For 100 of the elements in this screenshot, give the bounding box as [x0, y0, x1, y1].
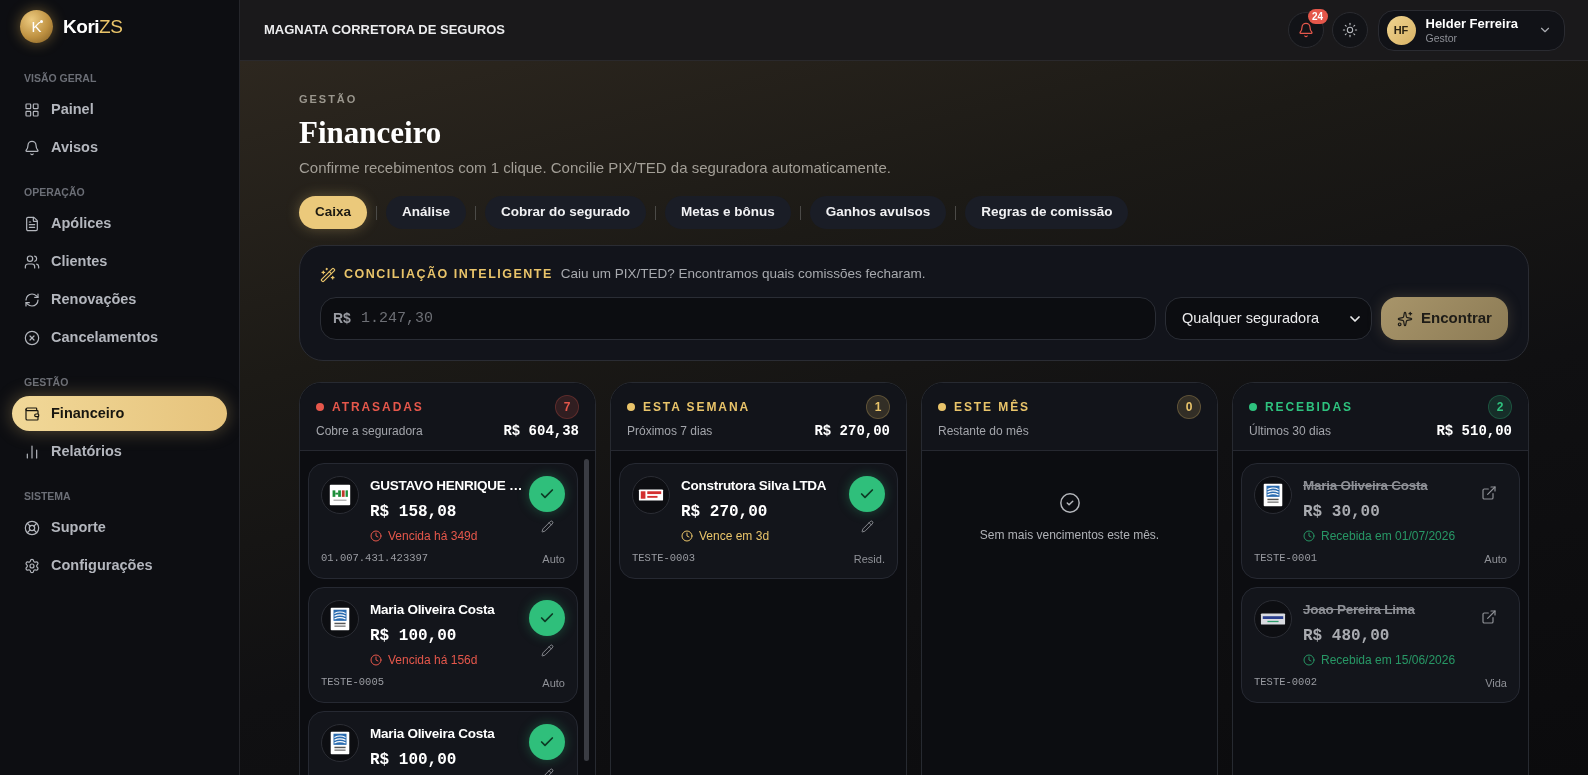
logo-mark: K: [20, 10, 53, 43]
column-subtitle: Próximos 7 dias: [627, 423, 713, 440]
due-status: Vence em 3d: [699, 528, 770, 545]
users-icon: [24, 253, 40, 270]
column-subtitle: Restante do mês: [938, 423, 1029, 440]
reconciliation-title: CONCILIAÇÃO INTELIGENTE: [344, 265, 553, 284]
amount-field[interactable]: R$ 1.247,30: [320, 297, 1156, 340]
sidebar-item[interactable]: Avisos: [12, 130, 227, 165]
find-button[interactable]: Encontrar: [1381, 297, 1508, 340]
due-status: Recebida em 15/06/2026: [1321, 652, 1456, 669]
tab[interactable]: Ganhos avulsos: [809, 196, 947, 229]
theme-toggle-button[interactable]: [1331, 12, 1368, 48]
company-name: MAGNATA CORRETORA DE SEGUROS: [264, 21, 505, 40]
sidebar-item[interactable]: Renovações: [12, 282, 227, 317]
amount: R$ 30,00: [1303, 502, 1380, 523]
sidebar-item[interactable]: Painel: [12, 92, 227, 127]
column-subtitle: Cobre a seguradora: [316, 423, 423, 440]
pencil-icon[interactable]: [540, 520, 554, 533]
count-badge: 7: [555, 395, 579, 419]
sidebar-section-title: VISÃO GERAL: [24, 71, 97, 85]
policy-number: TESTE-0005: [321, 675, 384, 691]
external-link-icon[interactable]: [1481, 485, 1497, 501]
insurer-logo-icon: [1254, 600, 1292, 638]
insurer-logo-icon: [632, 476, 670, 514]
sidebar-item[interactable]: Configurações: [12, 548, 227, 583]
bell-icon: [24, 139, 40, 156]
column-total: R$ 604,38: [503, 421, 579, 441]
lifebuoy-icon: [24, 519, 40, 536]
clock-icon: [1303, 530, 1315, 542]
clock-icon: [681, 530, 693, 542]
clock-icon: [370, 530, 382, 542]
user-role: Gestor: [1425, 31, 1457, 45]
insurance-line: Resid.: [853, 551, 885, 567]
column-title: ESTE MÊS: [954, 398, 1031, 416]
notification-badge: 24: [1307, 9, 1328, 24]
amount: R$ 100,00: [370, 626, 457, 647]
column-title: ESTA SEMANA: [643, 399, 751, 416]
document-icon: [24, 215, 40, 232]
sidebar-section-title: SISTEMA: [24, 489, 71, 503]
sidebar-item[interactable]: Clientes: [12, 244, 227, 279]
pencil-icon[interactable]: [540, 644, 554, 657]
tab[interactable]: Cobrar do segurado: [485, 196, 647, 229]
settings-icon: [24, 557, 40, 574]
policy-number: TESTE-0001: [1254, 551, 1317, 567]
sidebar-item[interactable]: Financeiro: [12, 396, 227, 431]
sidebar-section-title: GESTÃO: [24, 375, 69, 389]
currency-prefix: R$: [333, 309, 351, 328]
external-link-icon[interactable]: [1481, 609, 1497, 625]
client-name: Joao Pereira Lima: [1303, 601, 1415, 619]
sidebar-item[interactable]: Relatórios: [12, 434, 227, 469]
tab[interactable]: Regras de comissão: [965, 196, 1129, 229]
sparkle-icon: [1397, 310, 1414, 327]
due-status: Recebida em 01/07/2026: [1321, 528, 1456, 545]
client-name: Construtora Silva LTDA: [681, 477, 827, 495]
count-badge: 1: [866, 395, 890, 419]
clock-icon: [1303, 654, 1315, 666]
magic-wand-icon: [320, 266, 336, 283]
due-status: Vencida há 156d: [388, 652, 478, 669]
amount: R$ 480,00: [1303, 626, 1390, 647]
client-name: Maria Oliveira Costa: [370, 601, 495, 619]
tab[interactable]: Metas e bônus: [665, 196, 791, 229]
circle-x-icon: [24, 329, 40, 346]
amount: R$ 100,00: [370, 750, 457, 771]
check-circle-icon: [1058, 492, 1081, 514]
grid-icon: [24, 101, 40, 118]
sidebar-item[interactable]: Cancelamentos: [12, 320, 227, 355]
client-name: Maria Oliveira Costa: [370, 725, 495, 743]
tab[interactable]: Caixa: [299, 196, 368, 229]
amount-input[interactable]: 1.247,30: [360, 298, 1143, 339]
tab[interactable]: Análise: [386, 196, 467, 229]
policy-number: 01.007.431.423397: [321, 551, 429, 567]
insurance-line: Vida: [1485, 675, 1507, 691]
user-menu[interactable]: HF Helder Ferreira Gestor: [1377, 9, 1565, 51]
insurer-select[interactable]: Qualquer seguradora: [1165, 297, 1372, 340]
sidebar-item[interactable]: Suporte: [12, 510, 227, 545]
refresh-icon: [24, 291, 40, 308]
policy-number: TESTE-0003: [632, 551, 695, 567]
column-total: R$ 270,00: [814, 421, 890, 441]
insurer-logo-icon: [321, 476, 359, 514]
confirm-button[interactable]: [529, 476, 565, 512]
amount: R$ 270,00: [681, 502, 768, 523]
sun-icon: [1341, 22, 1358, 38]
client-name: GUSTAVO HENRIQUE …: [370, 477, 523, 495]
insurance-line: Auto: [542, 675, 565, 691]
client-name: Maria Oliveira Costa: [1303, 477, 1428, 495]
sidebar-item[interactable]: Apólices: [12, 206, 227, 241]
confirm-button[interactable]: [529, 724, 565, 760]
bar-chart-icon: [24, 443, 40, 460]
amount: R$ 158,08: [370, 502, 457, 523]
clock-icon: [370, 654, 382, 666]
pencil-icon[interactable]: [860, 520, 874, 533]
scrollbar-thumb[interactable]: [584, 459, 589, 761]
insurer-logo-icon: [1254, 476, 1292, 514]
insurer-logo-icon: [321, 724, 359, 762]
insurer-logo-icon: [321, 600, 359, 638]
count-badge: 2: [1488, 395, 1512, 419]
policy-number: TESTE-0002: [1254, 675, 1317, 691]
confirm-button[interactable]: [529, 600, 565, 636]
confirm-button[interactable]: [849, 476, 885, 512]
sidebar-section-title: OPERAÇÃO: [24, 185, 85, 199]
